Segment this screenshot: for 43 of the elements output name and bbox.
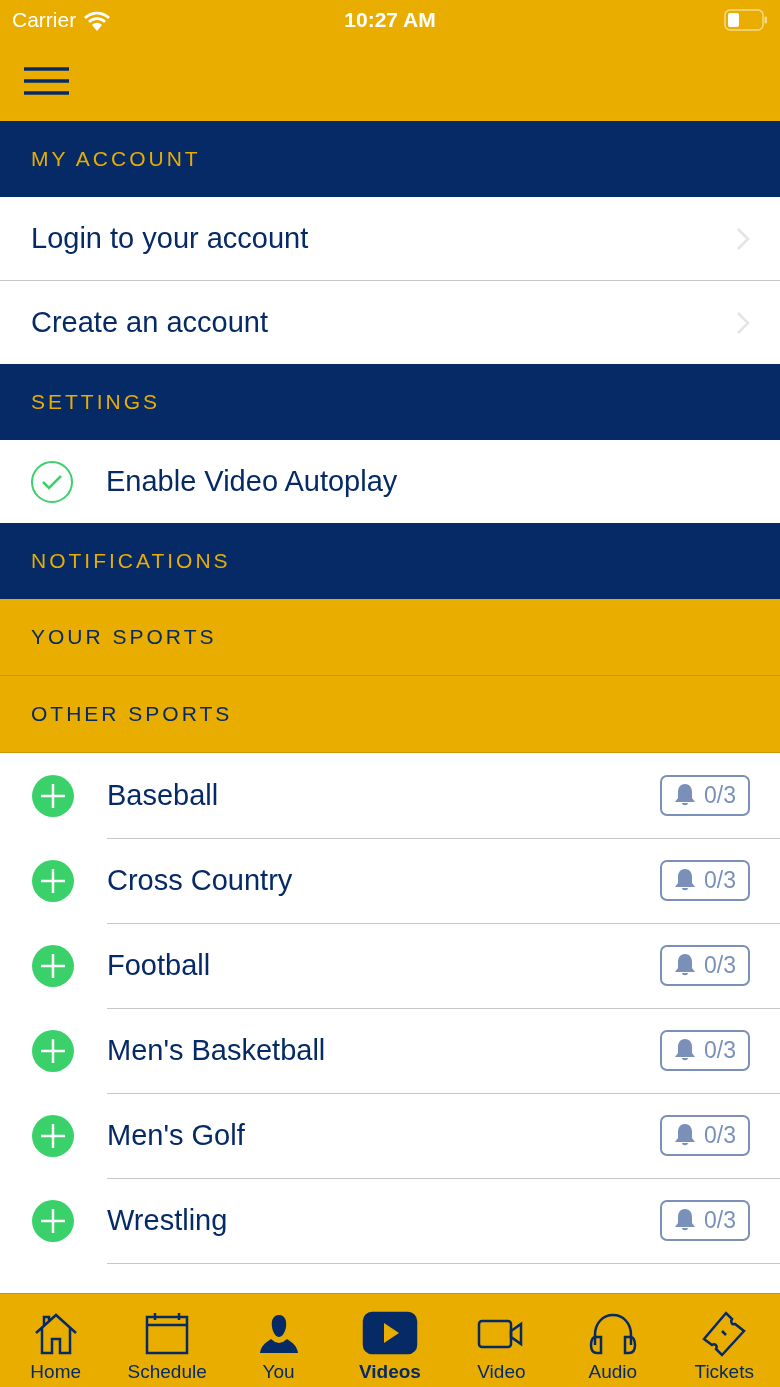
- add-icon[interactable]: [31, 773, 75, 818]
- group-header[interactable]: YOUR SPORTS: [0, 599, 780, 676]
- add-icon[interactable]: [31, 858, 75, 903]
- section-header: SETTINGS: [0, 364, 780, 440]
- chevron-icon: [736, 226, 750, 251]
- bell-icon: [674, 783, 696, 807]
- wifi-icon: [82, 9, 113, 31]
- tab-bar-item[interactable]: Schedule: [111, 1294, 223, 1387]
- section-header: MY ACCOUNT: [0, 121, 780, 197]
- sport-name: Men's Golf: [107, 1118, 245, 1152]
- bell-icon: [674, 953, 696, 977]
- tab-bar-item[interactable]: Audio: [557, 1294, 669, 1387]
- bell-icon: [674, 1038, 696, 1062]
- bell-icon: [674, 868, 696, 892]
- account-link[interactable]: Login to your account: [0, 197, 780, 281]
- tab-bar-item[interactable]: Videos: [334, 1294, 446, 1387]
- tab-bar-item[interactable]: Home: [0, 1294, 112, 1387]
- play-icon: [361, 1309, 418, 1357]
- group-header[interactable]: OTHER SPORTS: [0, 676, 780, 753]
- sport-name: Men's Basketball: [107, 1033, 326, 1067]
- checkmark-icon[interactable]: [30, 459, 74, 504]
- sport-name: Football: [107, 948, 211, 982]
- add-icon[interactable]: [31, 1198, 75, 1243]
- tab-bar-item[interactable]: You: [222, 1294, 335, 1387]
- chevron-icon: [736, 310, 750, 335]
- menu-icon: [24, 66, 69, 95]
- bell-icon: [674, 1123, 696, 1147]
- sport-name: Wrestling: [107, 1203, 228, 1237]
- battery-icon: [724, 9, 768, 31]
- section-header: NOTIFICATIONS: [0, 523, 780, 599]
- setting-label: Enable Video Autoplay: [106, 465, 398, 498]
- tab-bar-item[interactable]: Tickets: [668, 1294, 780, 1387]
- tab-bar-item[interactable]: Video: [445, 1294, 558, 1387]
- add-icon[interactable]: [31, 1113, 75, 1158]
- carrier-label: Carrier: [12, 8, 77, 32]
- account-link[interactable]: Create an account: [0, 281, 780, 364]
- sport-name: Cross Country: [107, 863, 293, 897]
- menu-button[interactable]: [24, 66, 69, 95]
- status-time: 10:27 AM: [344, 8, 436, 31]
- add-icon[interactable]: [31, 943, 75, 988]
- sport-name: Baseball: [107, 778, 219, 812]
- bell-icon: [674, 1208, 696, 1232]
- add-icon[interactable]: [31, 1028, 75, 1073]
